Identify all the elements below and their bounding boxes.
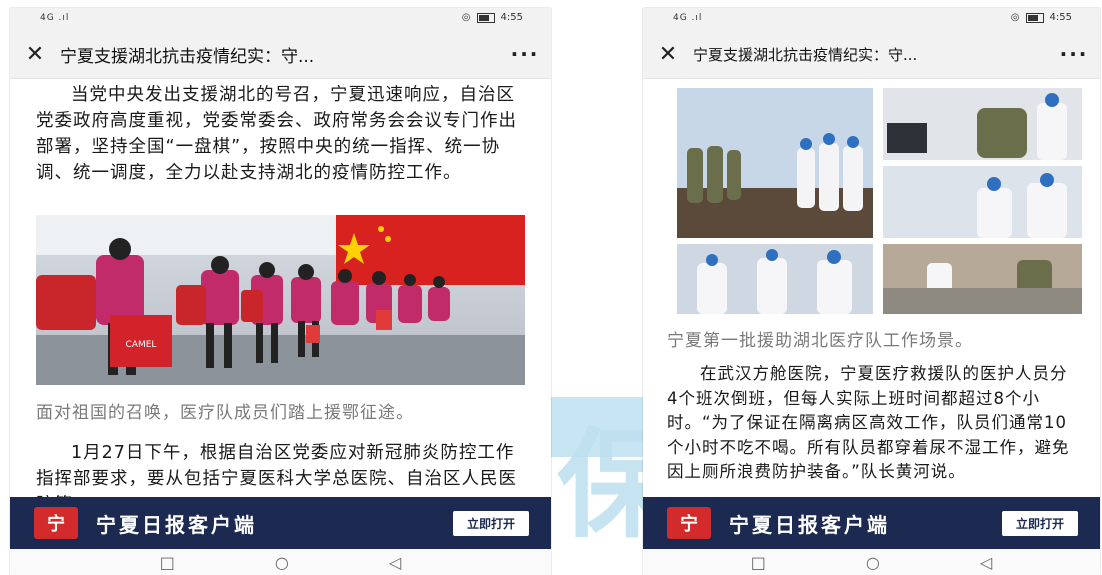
photo-caption: 宁夏第一批援助湖北医疗队工作场景。	[667, 331, 973, 351]
signal-indicator: 4G .ıl	[673, 13, 703, 23]
recent-apps-icon[interactable]: □	[751, 553, 766, 572]
airport-scene: CAMEL	[36, 215, 525, 385]
vibrate-icon: ◎	[1010, 12, 1020, 23]
back-icon[interactable]: ◁	[389, 553, 401, 572]
app-name: 宁夏日报客户端	[729, 512, 890, 537]
article-content[interactable]: 宁夏第一批援助湖北医疗队工作场景。 在武汉方舱医院，宁夏医疗救援队的医护人员分4…	[643, 78, 1100, 497]
more-options-icon[interactable]: ···	[1048, 42, 1100, 66]
page-title: 宁夏支援湖北抗击疫情纪实：守...	[693, 45, 918, 64]
open-app-button[interactable]: 立即打开	[452, 510, 529, 536]
photo-caption: 面对祖国的召唤，医疗队成员们踏上援鄂征途。	[36, 403, 414, 423]
app-banner[interactable]: 宁 宁夏日报客户端 立即打开	[10, 497, 551, 549]
collage-scene	[677, 88, 1082, 314]
app-banner[interactable]: 宁 宁夏日报客户端 立即打开	[643, 497, 1100, 549]
clock: 4:55	[1049, 12, 1072, 23]
nav-bar: ✕ 宁夏支援湖北抗击疫情纪实：守... ···	[10, 30, 551, 79]
article-paragraph: 1月27日下午，根据自治区党委应对新冠肺炎防控工作指挥部要求，要从包括宁夏医科大…	[36, 443, 517, 497]
status-bar: 4G .ıl ◎ 4:55	[643, 8, 1100, 30]
close-icon[interactable]: ✕	[10, 42, 60, 67]
nav-bar: ✕ 宁夏支援湖北抗击疫情纪实：守... ···	[643, 30, 1100, 79]
home-icon[interactable]: ○	[275, 553, 289, 572]
battery-icon	[476, 12, 495, 23]
vibrate-icon: ◎	[461, 12, 471, 23]
open-app-button[interactable]: 立即打开	[1001, 510, 1078, 536]
status-bar: 4G .ıl ◎ 4:55	[10, 8, 551, 30]
page-title: 宁夏支援湖北抗击疫情纪实：守...	[60, 46, 315, 67]
back-icon[interactable]: ◁	[980, 553, 992, 572]
app-logo: 宁	[34, 507, 78, 539]
more-options-icon[interactable]: ···	[499, 42, 551, 66]
system-nav-bar: □ ○ ◁	[10, 549, 551, 575]
app-name: 宁夏日报客户端	[96, 512, 257, 537]
clock: 4:55	[500, 12, 523, 23]
system-nav-bar: □ ○ ◁	[643, 549, 1100, 575]
article-photo-airport: CAMEL	[36, 215, 525, 385]
article-content[interactable]: 当党中央发出支援湖北的号召，宁夏迅速响应，自治区党委政府高度重视，党委常委会、政…	[10, 78, 551, 497]
phone-screen-right: 4G .ıl ◎ 4:55 ✕ 宁夏支援湖北抗击疫情纪实：守... ··· 宁夏…	[643, 8, 1100, 575]
article-paragraph: 当党中央发出支援湖北的号召，宁夏迅速响应，自治区党委政府高度重视，党委常委会、政…	[36, 85, 517, 183]
app-logo: 宁	[667, 507, 711, 539]
recent-apps-icon[interactable]: □	[160, 553, 175, 572]
phone-screen-left: 4G .ıl ◎ 4:55 ✕ 宁夏支援湖北抗击疫情纪实：守... ··· 当党…	[10, 8, 551, 575]
photo-collage	[677, 88, 1082, 314]
article-paragraph: 在武汉方舱医院，宁夏医疗救援队的医护人员分4个班次倒班，但每人实际上班时间都超过…	[667, 364, 1070, 481]
battery-icon	[1025, 12, 1044, 23]
home-icon[interactable]: ○	[866, 553, 880, 572]
bag-text: CAMEL	[126, 340, 157, 350]
signal-indicator: 4G .ıl	[40, 13, 70, 23]
close-icon[interactable]: ✕	[643, 42, 693, 67]
